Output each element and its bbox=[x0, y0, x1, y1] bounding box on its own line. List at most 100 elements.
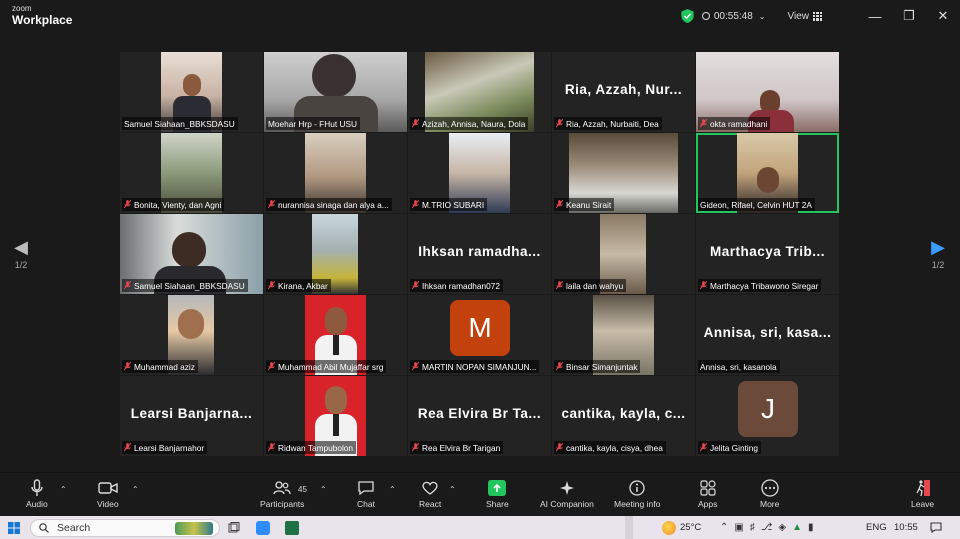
windows-taskbar: Search 25°C ⌃ ▣ ♯ ⎇ ◈ ▲ ▮ ENG 10:55 bbox=[0, 516, 960, 539]
participant-name: Kirana, Akbar bbox=[278, 280, 328, 291]
participant-tile[interactable]: Rea Elvira Br Ta... Rea Elvira Br Tariga… bbox=[408, 376, 551, 456]
view-button[interactable]: View bbox=[788, 11, 823, 22]
grid-icon bbox=[813, 11, 822, 21]
react-button[interactable]: React bbox=[419, 477, 441, 509]
audio-options-chevron-icon[interactable]: ⌃ bbox=[60, 485, 67, 494]
participant-tile[interactable]: M MARTIN NOPAN SIMANJUN... bbox=[408, 295, 551, 375]
video-gallery: Samuel Siahaan_BBKSDASU Moehar Hrp - FHu… bbox=[120, 52, 840, 457]
meeting-info-button[interactable]: Meeting info bbox=[614, 477, 660, 509]
windows-logo-icon bbox=[8, 521, 20, 534]
participant-tile[interactable]: Muhammad Abil Mujaffar srg bbox=[264, 295, 407, 375]
participant-name: Jelita Ginting bbox=[710, 442, 758, 453]
close-button[interactable]: ✕ bbox=[926, 0, 960, 32]
muted-mic-icon bbox=[124, 362, 131, 371]
participants-label: Participants bbox=[260, 499, 305, 509]
muted-mic-icon bbox=[700, 443, 707, 452]
next-page-button[interactable]: ▶ 1/2 bbox=[928, 238, 948, 270]
muted-mic-icon bbox=[700, 119, 707, 128]
weather-temperature: 25°C bbox=[680, 522, 702, 533]
muted-mic-icon bbox=[268, 281, 275, 290]
participant-tile[interactable]: okta ramadhani bbox=[696, 52, 839, 132]
video-options-chevron-icon[interactable]: ⌃ bbox=[132, 485, 139, 494]
ai-companion-button[interactable]: AI Companion bbox=[540, 477, 594, 509]
muted-mic-icon bbox=[556, 119, 563, 128]
audio-button[interactable]: Audio bbox=[26, 477, 48, 509]
notifications-button[interactable] bbox=[930, 516, 942, 539]
taskbar-zoom-app[interactable] bbox=[256, 516, 270, 539]
participant-name: Samuel Siahaan_BBKSDASU bbox=[124, 118, 235, 129]
search-placeholder: Search bbox=[57, 522, 91, 534]
meeting-info-label: Meeting info bbox=[614, 499, 661, 509]
participant-display-name: Rea Elvira Br Ta... bbox=[417, 406, 542, 421]
participant-name: Ridwan Tampubolon bbox=[278, 442, 354, 453]
participant-tile[interactable]: Moehar Hrp - FHut USU bbox=[264, 52, 407, 132]
security-shield-icon[interactable] bbox=[681, 9, 694, 23]
apps-button[interactable]: Apps bbox=[698, 477, 717, 509]
react-options-chevron-icon[interactable]: ⌃ bbox=[449, 485, 456, 494]
participant-tile[interactable]: cantika, kayla, c... cantika, kayla, cis… bbox=[552, 376, 695, 456]
participants-options-chevron-icon[interactable]: ⌃ bbox=[320, 485, 327, 494]
participant-tile[interactable]: Annisa, sri, kasa... Annisa, sri, kasano… bbox=[696, 295, 839, 375]
leave-button[interactable]: Leave bbox=[911, 477, 934, 509]
participant-tile[interactable]: Ridwan Tampubolon bbox=[264, 376, 407, 456]
participant-name: Rea Elvira Br Tarigan bbox=[422, 442, 501, 453]
participant-tile-active-speaker[interactable]: Gideon, Rifael, Celvin HUT 2A bbox=[696, 133, 839, 213]
participant-name-label: Rea Elvira Br Tarigan bbox=[410, 441, 504, 454]
participant-name: Samuel Siahaan_BBKSDASU bbox=[134, 280, 245, 291]
minimize-button[interactable]: — bbox=[858, 0, 892, 32]
share-button[interactable]: Share bbox=[486, 477, 509, 509]
share-screen-icon bbox=[488, 480, 507, 496]
participant-name-label: Ria, Azzah, Nurbaiti, Dea bbox=[554, 117, 662, 130]
participant-tile[interactable]: Ria, Azzah, Nur... Ria, Azzah, Nurbaiti,… bbox=[552, 52, 695, 132]
participant-tile[interactable]: Bonita, Vienty, dan Agni bbox=[120, 133, 263, 213]
participant-name-label: cantika, kayla, cisya, dhea bbox=[554, 441, 666, 454]
chat-options-chevron-icon[interactable]: ⌃ bbox=[389, 485, 396, 494]
participant-tile[interactable]: Marthacya Trib... Marthacya Tribawono Si… bbox=[696, 214, 839, 294]
video-button[interactable]: Video bbox=[97, 477, 119, 509]
task-view-button[interactable] bbox=[228, 516, 240, 539]
participant-name-label: Jelita Ginting bbox=[698, 441, 761, 454]
prev-page-button[interactable]: ◀ 1/2 bbox=[11, 238, 31, 270]
participant-name: M.TRIO SUBARI bbox=[422, 199, 485, 210]
tray-location-icon: ▲ bbox=[792, 522, 808, 533]
share-label: Share bbox=[486, 499, 509, 509]
participant-tile[interactable]: M.TRIO SUBARI bbox=[408, 133, 551, 213]
title-bar: zoom Workplace 00:55:48 ⌄ View — ❐ ✕ bbox=[0, 0, 960, 32]
participant-tile[interactable]: Azizah, Annisa, Naura, Dola bbox=[408, 52, 551, 132]
search-icon bbox=[39, 523, 49, 533]
taskbar-search[interactable]: Search bbox=[30, 519, 220, 537]
video-label: Video bbox=[97, 499, 119, 509]
participant-tile[interactable]: Samuel Siahaan_BBKSDASU bbox=[120, 52, 263, 132]
more-icon bbox=[761, 479, 779, 497]
participant-tile[interactable]: Ihksan ramadha... Ihksan ramadhan072 bbox=[408, 214, 551, 294]
participant-name-label: Muhammad Abil Mujaffar srg bbox=[266, 360, 387, 373]
participant-tile[interactable]: laila dan wahyu bbox=[552, 214, 695, 294]
taskbar-clock[interactable]: 10:55 bbox=[894, 516, 918, 539]
participant-tile[interactable]: Learsi Banjarna... Learsi Banjarnahor bbox=[120, 376, 263, 456]
participant-name-label: Annisa, sri, kasanola bbox=[698, 360, 780, 373]
more-button[interactable]: More bbox=[760, 477, 779, 509]
participant-tile[interactable]: Samuel Siahaan_BBKSDASU bbox=[120, 214, 263, 294]
taskbar-overflow[interactable] bbox=[625, 516, 633, 539]
chat-button[interactable]: Chat bbox=[357, 477, 375, 509]
participant-name-label: Samuel Siahaan_BBKSDASU bbox=[122, 117, 238, 130]
taskbar-excel-app[interactable] bbox=[285, 516, 299, 539]
restore-button[interactable]: ❐ bbox=[892, 0, 926, 32]
muted-mic-icon bbox=[412, 362, 419, 371]
participant-tile[interactable]: J Jelita Ginting bbox=[696, 376, 839, 456]
system-tray-icons[interactable]: ⌃ ▣ ♯ ⎇ ◈ ▲ ▮ bbox=[720, 516, 820, 539]
participant-tile[interactable]: Binsar Simanjuntak bbox=[552, 295, 695, 375]
participant-tile[interactable]: Keanu Sirait bbox=[552, 133, 695, 213]
tray-usb-icon: ⎇ bbox=[760, 522, 779, 533]
close-icon: ✕ bbox=[937, 8, 949, 23]
weather-widget[interactable]: 25°C bbox=[662, 516, 701, 539]
participant-name-label: Keanu Sirait bbox=[554, 198, 615, 211]
tray-camera-icon: ▣ bbox=[734, 522, 750, 533]
participant-tile[interactable]: nurannisa sinaga dan alya a... bbox=[264, 133, 407, 213]
participant-tile[interactable]: Muhammad aziz bbox=[120, 295, 263, 375]
meeting-timer[interactable]: 00:55:48 ⌄ bbox=[701, 11, 766, 22]
language-indicator[interactable]: ENG bbox=[866, 516, 887, 539]
leave-icon bbox=[915, 480, 930, 497]
participant-tile[interactable]: Kirana, Akbar bbox=[264, 214, 407, 294]
windows-start-button[interactable] bbox=[8, 516, 20, 539]
